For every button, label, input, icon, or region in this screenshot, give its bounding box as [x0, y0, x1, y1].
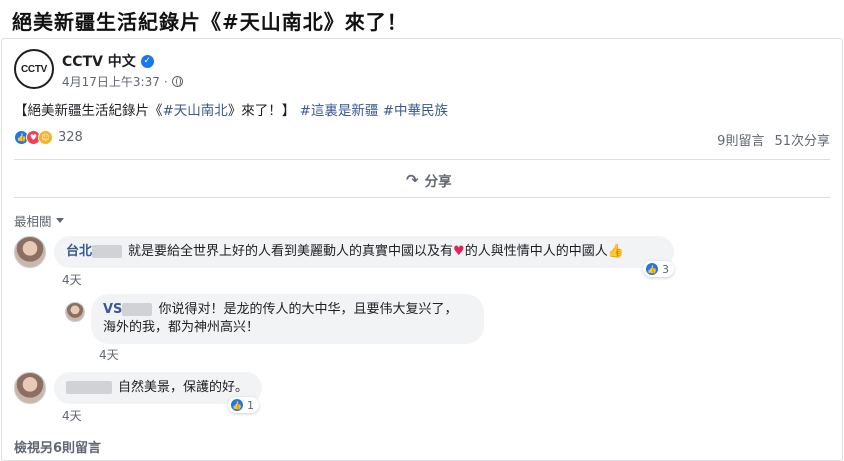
comment-text: 你说得对！是龙的传人的大中华，且要伟大复兴了， — [158, 302, 458, 317]
avatar[interactable] — [14, 236, 46, 268]
care-reaction-icon: ☺ — [38, 130, 53, 145]
post-meta: 4月17日上午3:37 · — [62, 73, 183, 90]
article-headline: 絕美新疆生活紀錄片《#天山南北》來了！ — [12, 10, 408, 34]
comment-timestamp[interactable]: 4天 — [62, 271, 82, 288]
facebook-post-card: CCTV CCTV 中文 ✓ 4月17日上午3:37 · 【絕美新疆生活紀錄片《… — [1, 38, 843, 461]
post-text-start: 【絕美新疆生活紀錄片《 — [14, 103, 163, 119]
engagement-stats: 9則留言 51次分享 — [717, 130, 830, 149]
share-button[interactable]: ↷ 分享 — [406, 170, 452, 190]
page-name-link[interactable]: CCTV 中文 — [62, 51, 136, 71]
like-reaction-icon: 👍 — [645, 262, 659, 276]
comment-text: 就是要給全世界上好的人看到美麗動人的真實中國以及有 — [128, 244, 454, 259]
globe-icon — [171, 76, 183, 87]
comment-author[interactable]: 台北 — [66, 244, 123, 259]
share-arrow-icon: ↷ — [406, 171, 419, 189]
post-timestamp[interactable]: 4月17日上午3:37 — [62, 73, 160, 90]
divider — [14, 197, 830, 198]
inline-hashtag-link[interactable]: #天山南北 — [163, 103, 228, 119]
comment-sort-dropdown[interactable]: 最相關 — [14, 211, 64, 230]
comments-count-link[interactable]: 9則留言 — [717, 130, 764, 149]
post-body: 【絕美新疆生活紀錄片《#天山南北》來了！】 #這裏是新疆 #中華民族 — [14, 99, 448, 119]
comment-reaction-count: 1 — [247, 398, 254, 412]
like-reaction-icon: 👍 — [230, 398, 244, 412]
comment-timestamp[interactable]: 4天 — [99, 346, 119, 363]
comment-reaction-count: 3 — [662, 262, 669, 276]
avatar[interactable] — [65, 302, 85, 322]
page-logo-text: CCTV — [20, 63, 48, 75]
page-name-row: CCTV 中文 ✓ — [62, 51, 154, 71]
comment-author[interactable]: VS — [103, 302, 153, 317]
meta-separator: · — [163, 74, 168, 89]
avatar[interactable] — [14, 372, 46, 404]
caret-down-icon — [55, 218, 64, 223]
reply-bubble: VS 你说得对！是龙的传人的大中华，且要伟大复兴了， 海外的我，都为神州高兴！ — [91, 294, 484, 344]
sort-label: 最相關 — [14, 214, 52, 229]
comment-reaction-badge[interactable]: 👍 3 — [643, 261, 674, 277]
comment-text: 自然美景，保護的好。 — [118, 380, 249, 395]
comment-text: 海外的我，都为神州高兴！ — [103, 320, 260, 335]
hashtag-link[interactable]: #這裏是新疆 — [300, 103, 379, 119]
comment-author[interactable] — [66, 380, 112, 395]
redacted-name — [92, 245, 123, 258]
share-label: 分享 — [424, 174, 452, 190]
view-more-comments-link[interactable]: 檢視另6則留言 — [14, 437, 101, 456]
verified-badge-icon: ✓ — [140, 54, 154, 68]
redacted-name — [66, 381, 112, 394]
divider — [14, 159, 830, 160]
thumbs-up-emoji-icon: 👍 — [607, 244, 624, 259]
comment-bubble: 台北 就是要給全世界上好的人看到美麗動人的真實中國以及有♥的人與性情中人的中國人👍 — [54, 236, 674, 268]
hashtag-link[interactable]: #中華民族 — [383, 103, 448, 119]
heart-emoji-icon: ♥ — [453, 244, 465, 259]
comment-reaction-badge[interactable]: 👍 1 — [228, 397, 259, 413]
redacted-name — [122, 303, 153, 316]
page-avatar[interactable]: CCTV — [14, 49, 54, 89]
shares-count-link[interactable]: 51次分享 — [774, 130, 830, 149]
comment-text: 的人與性情中人的中國人 — [464, 244, 608, 259]
comment-timestamp[interactable]: 4天 — [62, 407, 82, 424]
post-text-end: 》來了！】 — [227, 103, 296, 119]
reaction-summary[interactable]: 👍 ♥ ☺ 328 — [14, 130, 83, 145]
reaction-count: 328 — [58, 130, 83, 145]
